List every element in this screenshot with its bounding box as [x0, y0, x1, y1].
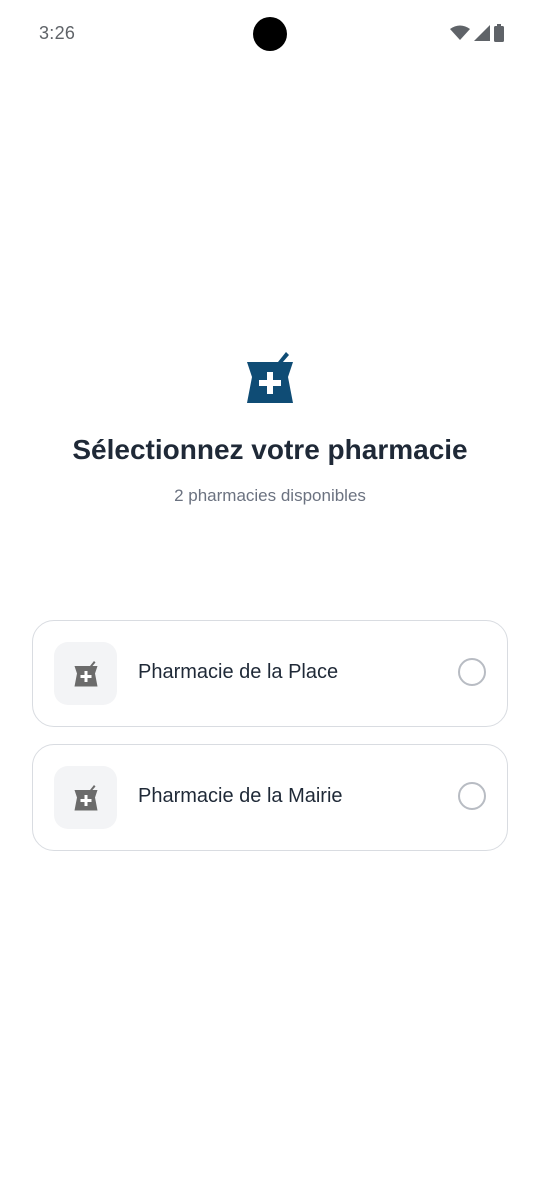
pharmacy-option-mairie[interactable]: Pharmacie de la Mairie	[32, 744, 508, 851]
pharmacy-name: Pharmacie de la Place	[138, 661, 339, 683]
pharmacy-icon-box	[54, 766, 117, 829]
wifi-icon	[450, 25, 470, 40]
status-time: 3:26	[39, 23, 76, 43]
pharmacy-icon	[74, 660, 97, 686]
pharmacy-icon	[247, 352, 293, 403]
pharmacy-icon	[74, 784, 97, 810]
page-subtitle: 2 pharmacies disponibles	[174, 486, 366, 505]
signal-icon	[474, 25, 490, 41]
pharmacy-option-place[interactable]: Pharmacie de la Place	[32, 620, 508, 727]
radio-button[interactable]	[458, 658, 486, 686]
pharmacy-icon-box	[54, 642, 117, 705]
page-title: Sélectionnez votre pharmacie	[72, 434, 468, 465]
pharmacy-list: Pharmacie de la Place Pharmacie de la Ma…	[32, 620, 508, 868]
pharmacy-name: Pharmacie de la Mairie	[138, 785, 343, 807]
status-icons	[450, 24, 504, 42]
radio-button[interactable]	[458, 782, 486, 810]
battery-icon	[494, 24, 504, 42]
camera-cutout	[253, 17, 287, 51]
status-bar: 3:26	[0, 0, 540, 68]
